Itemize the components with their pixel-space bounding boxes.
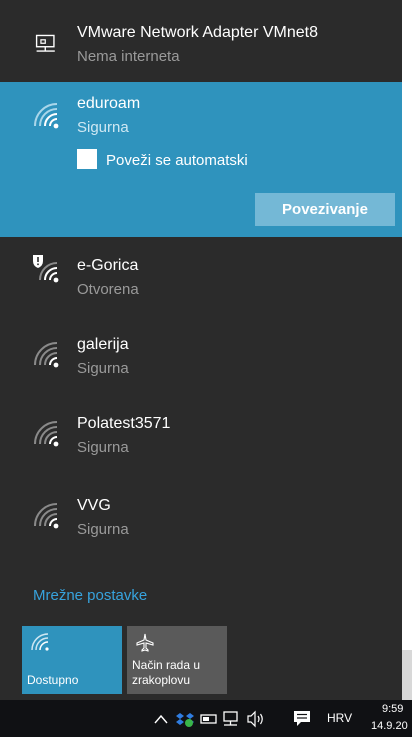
network-name: VVG — [77, 497, 111, 514]
background-window-edge-lower — [402, 650, 412, 700]
network-flyout: VMware Network Adapter VMnet8 Nema inter… — [0, 0, 402, 700]
network-item-vmware[interactable]: VMware Network Adapter VMnet8 Nema inter… — [0, 20, 402, 80]
network-name: Polatest3571 — [77, 415, 171, 432]
network-status: Sigurna — [77, 439, 129, 456]
auto-connect-label[interactable]: Poveži se automatski — [106, 152, 248, 169]
airplane-label-line1: Način rada u — [132, 658, 201, 672]
network-settings-link[interactable]: Mrežne postavke — [33, 587, 147, 604]
network-status: Otvorena — [77, 281, 139, 298]
clock-time[interactable]: 9:59 — [382, 703, 403, 715]
input-language[interactable]: HRV — [327, 711, 352, 725]
network-item-polatest3571[interactable]: Polatest3571 Sigurna — [0, 412, 402, 472]
network-name: e-Gorica — [77, 257, 139, 274]
network-status: Nema interneta — [77, 48, 180, 65]
chevron-up-icon[interactable] — [153, 710, 169, 728]
ethernet-icon — [35, 34, 55, 52]
network-name: eduroam — [77, 95, 141, 112]
network-status: Sigurna — [77, 119, 129, 136]
wifi-icon — [31, 633, 49, 651]
airplane-tile-label: Način rada u zrakoplovu — [132, 658, 200, 688]
wifi-secure-icon — [34, 421, 59, 447]
auto-connect-checkbox[interactable] — [77, 149, 97, 169]
clock-date[interactable]: 14.9.20 — [371, 720, 408, 732]
airplane-icon — [136, 633, 154, 652]
network-item-vvg[interactable]: VVG Sigurna — [0, 494, 402, 554]
wifi-tile-label: Dostupno — [27, 673, 79, 687]
wifi-secure-icon — [34, 342, 59, 368]
network-tray-icon[interactable] — [222, 710, 240, 728]
airplane-mode-tile[interactable]: Način rada u zrakoplovu — [127, 626, 227, 694]
dropbox-icon[interactable] — [176, 710, 194, 728]
background-window-edge — [402, 0, 412, 700]
volume-icon[interactable] — [246, 710, 266, 728]
airplane-label-line2: zrakoplovu — [132, 673, 191, 687]
network-status: Sigurna — [77, 360, 129, 377]
wifi-open-warning-icon — [33, 255, 59, 283]
network-status: Sigurna — [77, 521, 129, 538]
network-name: galerija — [77, 336, 129, 353]
wifi-secure-icon — [34, 103, 59, 129]
wifi-secure-icon — [34, 503, 59, 529]
action-center-icon[interactable] — [292, 710, 312, 728]
network-name: VMware Network Adapter VMnet8 — [77, 24, 318, 41]
battery-icon[interactable] — [200, 710, 218, 728]
network-item-selected[interactable]: eduroam Sigurna Poveži se automatski Pov… — [0, 82, 402, 237]
taskbar: HRV 9:59 14.9.20 — [0, 700, 412, 737]
network-item-galerija[interactable]: galerija Sigurna — [0, 333, 402, 393]
wifi-toggle-tile[interactable]: Dostupno — [22, 626, 122, 694]
network-item-e-gorica[interactable]: e-Gorica Otvorena — [0, 250, 402, 310]
connect-button[interactable]: Povezivanje — [255, 193, 395, 226]
